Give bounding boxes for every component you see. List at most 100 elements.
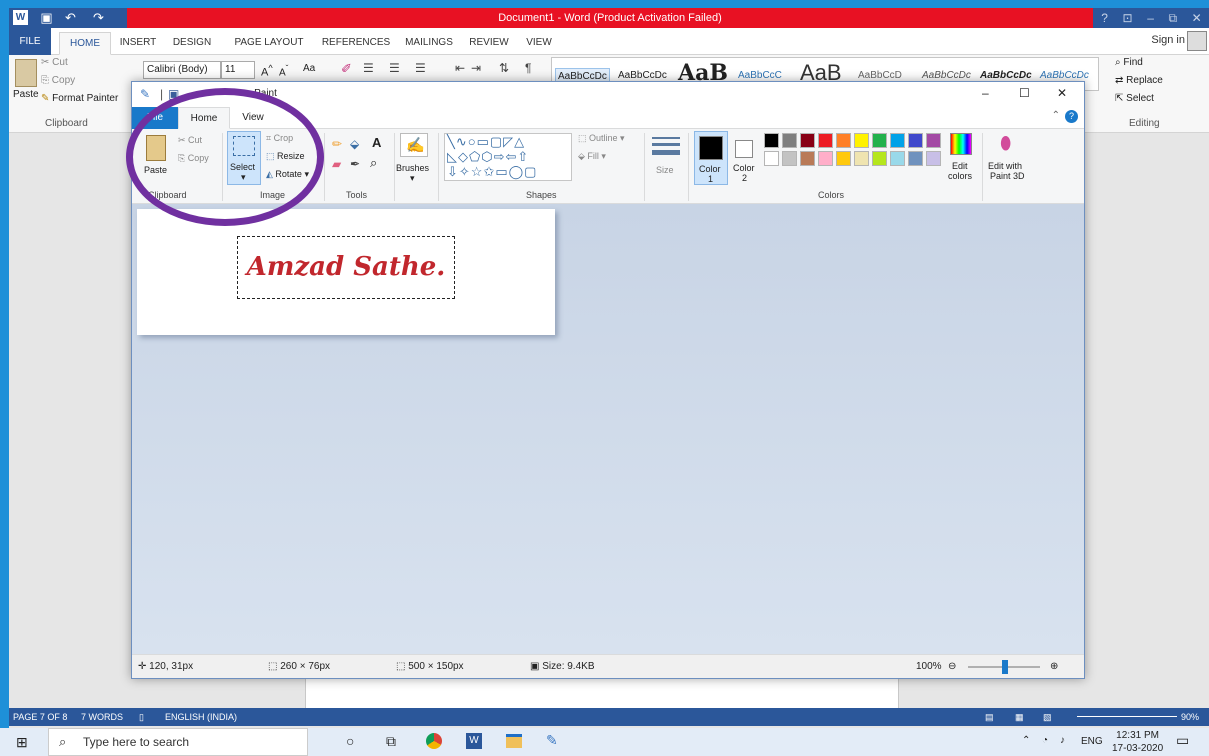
minimize-icon[interactable]: – [1147,8,1154,28]
zoom-out-icon[interactable]: ⊖ [948,655,956,679]
close-icon[interactable]: ✕ [1192,8,1202,28]
change-case-button[interactable]: Aa [303,63,315,74]
edit-with-paint3d-button[interactable]: Edit with [988,161,1022,171]
size-button[interactable]: Size [656,165,674,175]
help-icon[interactable]: ? [1101,8,1108,28]
paint-canvas[interactable]: Amzad Sathe. [137,209,555,335]
read-mode-icon[interactable]: ▤ [985,708,994,726]
language-indicator[interactable]: ENGLISH (INDIA) [165,708,237,726]
paint-maximize-icon[interactable]: ☐ [1019,86,1030,100]
zoom-slider-thumb[interactable] [1002,660,1008,674]
tab-file[interactable]: FILE [9,28,51,55]
select-button[interactable]: ⇱ Select [1115,93,1154,104]
palette-swatch[interactable] [890,133,905,148]
clear-formatting-icon[interactable]: ✐ [341,61,352,77]
page-count[interactable]: PAGE 7 OF 8 [13,708,67,726]
notification-icon[interactable]: ▭ [1176,732,1189,749]
word-taskbar-icon[interactable]: W [466,733,482,749]
font-name-select[interactable]: Calibri (Body) [143,61,221,79]
sign-in-link[interactable]: Sign in [1151,34,1185,46]
font-size-select[interactable]: 11 [221,61,255,79]
palette-swatch[interactable] [926,151,941,166]
redo-icon[interactable]: ↷ [91,10,106,25]
collapse-ribbon-icon[interactable]: ⌃ [1052,110,1060,121]
tab-design[interactable]: DESIGN [169,32,215,55]
chevron-down-icon[interactable]: ▾ [410,173,415,184]
tab-home[interactable]: HOME [59,32,111,55]
paint-taskbar-icon[interactable]: ✎ [546,732,558,749]
palette-swatch[interactable] [782,151,797,166]
outline-button[interactable]: ⬚ Outline ▾ [578,133,625,144]
numbering-icon[interactable]: ☰ [389,61,400,75]
word-count[interactable]: 7 WORDS [81,708,123,726]
style-intense-emphasis[interactable]: AaBbCcDc [1040,70,1089,81]
palette-swatch[interactable] [908,151,923,166]
zoom-in-icon[interactable]: ⊕ [1050,655,1058,679]
show-formatting-icon[interactable]: ¶ [525,61,531,75]
size-icon[interactable] [652,137,680,159]
style-subtitle[interactable]: AaBbCcD [858,70,902,81]
palette-swatch[interactable] [854,133,869,148]
palette-swatch[interactable] [800,151,815,166]
bullets-icon[interactable]: ☰ [363,61,374,75]
restore-icon[interactable]: ⧉ [1168,8,1177,28]
palette-swatch[interactable] [854,151,869,166]
replace-button[interactable]: ⇄ Replace [1115,75,1163,86]
style-subtle-emphasis[interactable]: AaBbCcDc [922,70,971,81]
tab-insert[interactable]: INSERT [117,32,159,55]
palette-swatch[interactable] [818,151,833,166]
web-layout-icon[interactable]: ▧ [1043,708,1052,726]
cut-button[interactable]: ✂ Cut [41,57,68,68]
proofing-icon[interactable]: ▯ [139,708,144,726]
taskbar-search-box[interactable]: ⌕ Type here to search [48,728,308,756]
tab-view[interactable]: VIEW [521,32,557,55]
fill-button[interactable]: ⬙ Fill ▾ [578,151,606,162]
text-icon[interactable]: A [372,135,381,150]
palette-swatch[interactable] [890,151,905,166]
color1-button[interactable]: Color 1 [694,131,728,185]
palette-swatch[interactable] [800,133,815,148]
avatar[interactable] [1187,31,1207,51]
edit-colors-button-line2[interactable]: colors [948,171,972,181]
eraser-icon[interactable]: ▰ [332,157,341,171]
volume-icon[interactable]: ♪ [1060,735,1065,746]
copy-button[interactable]: ⎘ Copy [41,75,75,86]
format-painter-button[interactable]: ✎ Format Painter [41,93,118,104]
style-emphasis[interactable]: AaBbCcDc [980,70,1032,81]
language-tray[interactable]: ENG [1081,736,1103,747]
multilevel-list-icon[interactable]: ☰ [415,61,426,75]
sort-icon[interactable]: ⇅ [499,61,509,75]
grow-font-icon[interactable]: A^ [261,63,273,79]
tray-chevron-icon[interactable]: ⌃ [1022,735,1030,746]
palette-swatch[interactable] [836,133,851,148]
file-explorer-icon[interactable] [506,734,522,748]
edit-colors-button[interactable]: Edit [952,161,968,171]
palette-swatch[interactable] [764,133,779,148]
shrink-font-icon[interactable]: Aˇ [279,63,288,78]
palette-swatch[interactable] [764,151,779,166]
paint-minimize-icon[interactable]: – [982,86,989,100]
task-view-icon[interactable]: ⧉ [386,733,396,750]
tab-mailings[interactable]: MAILINGS [399,32,459,55]
decrease-indent-icon[interactable]: ⇤ [455,61,465,75]
palette-swatch[interactable] [926,133,941,148]
color2-button[interactable]: Color 2 [730,131,760,185]
paint-close-icon[interactable]: ✕ [1057,86,1067,100]
shapes-gallery[interactable]: ╲∿○▭▢◸△ ◺◇⬠⬡⇨⇦⇧ ⇩✧☆✩▭◯▢ [444,133,572,181]
windows-start-icon[interactable]: ⊞ [16,734,28,751]
paste-icon[interactable] [15,59,37,87]
magnifier-icon[interactable]: ⌕ [370,155,377,171]
save-icon[interactable]: ▣ [39,10,54,25]
clock[interactable]: 12:31 PM 17-03-2020 [1112,729,1163,755]
chrome-icon[interactable] [426,733,442,749]
paste-button[interactable]: Paste [13,89,39,100]
tab-references[interactable]: REFERENCES [317,32,395,55]
edit-colors-icon[interactable] [950,133,972,155]
increase-indent-icon[interactable]: ⇥ [471,61,481,75]
palette-swatch[interactable] [818,133,833,148]
palette-swatch[interactable] [782,133,797,148]
color-picker-icon[interactable]: ✒ [350,157,360,171]
zoom-level[interactable]: 90% [1181,708,1199,726]
brushes-icon[interactable]: ✍ [400,133,428,157]
pencil-icon[interactable]: ✏ [332,137,342,151]
